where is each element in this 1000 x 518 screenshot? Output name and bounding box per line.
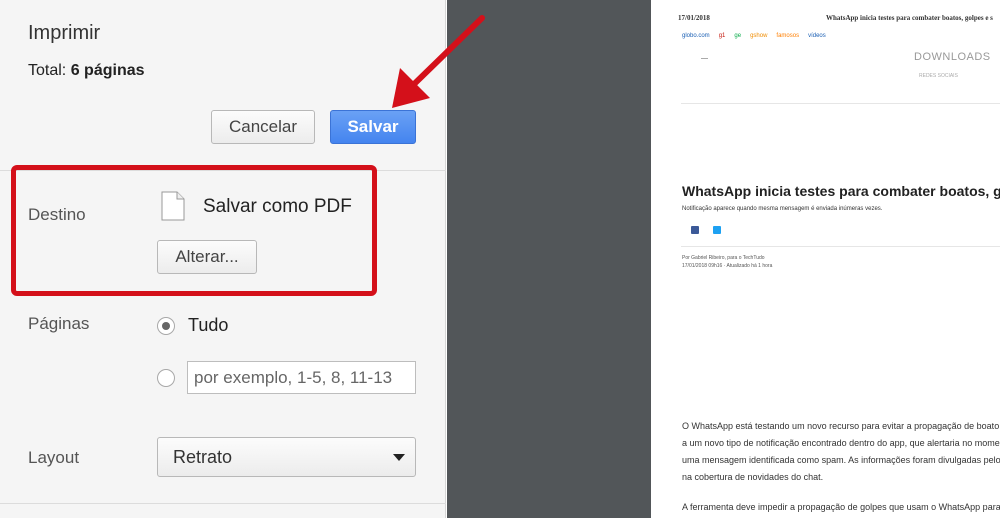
twitter-icon <box>713 226 721 234</box>
pages-all-radio[interactable] <box>157 317 175 335</box>
preview-headline: WhatsApp inicia testes para combater boa… <box>682 183 1000 199</box>
divider <box>0 503 446 504</box>
body-line: a um novo tipo de notificação encontrado… <box>682 438 1000 448</box>
byline-date: 17/01/2018 09h16 · Atualizado há 1 hora <box>682 263 773 269</box>
body-paragraph: A ferramenta deve impedir a propagação d… <box>682 499 1000 516</box>
nav-link: ge <box>734 33 742 39</box>
nav-link: gshow <box>750 33 768 39</box>
preview-downloads: DOWNLOADS <box>914 51 991 63</box>
layout-select[interactable]: Retrato <box>157 437 416 477</box>
total-pages: Total: 6 páginas <box>28 62 145 80</box>
divider <box>681 246 1000 247</box>
body-line: uma mensagem identificada como spam. As … <box>682 455 1000 465</box>
preview-date: 17/01/2018 <box>678 14 710 22</box>
pages-label: Páginas <box>28 314 90 333</box>
preview-byline: Por Gabriel Ribeiro, para o TechTudo 17/… <box>682 254 772 270</box>
total-label: Total: <box>28 62 67 79</box>
preview-nav: globo.com g1 ge gshow famosos vídeos <box>680 32 828 40</box>
body-paragraph: O WhatsApp está testando um novo recurso… <box>682 418 1000 486</box>
pages-range-radio[interactable] <box>157 369 175 387</box>
body-line: O WhatsApp está testando um novo recurso… <box>682 421 1000 431</box>
total-value: 6 páginas <box>70 62 145 79</box>
nav-link: vídeos <box>808 33 826 39</box>
preview-page: 17/01/2018 WhatsApp inicia testes para c… <box>651 0 1000 518</box>
facebook-icon <box>691 226 699 234</box>
body-line: na cobertura de novidades do chat. <box>682 472 824 482</box>
nav-link: famosos <box>776 33 800 39</box>
page-range-input[interactable] <box>187 361 416 394</box>
byline-author: Por Gabriel Ribeiro, para o TechTudo <box>682 255 765 261</box>
nav-link: g1 <box>718 33 726 39</box>
red-arrow-icon <box>392 15 485 108</box>
cancel-button[interactable]: Cancelar <box>211 110 315 144</box>
nav-link: globo.com <box>682 33 710 39</box>
pages-all-label: Tudo <box>188 315 229 335</box>
chevron-down-icon <box>393 454 405 461</box>
print-title: Imprimir <box>28 22 101 44</box>
divider <box>681 103 1000 104</box>
preview-body: O WhatsApp está testando um novo recurso… <box>682 418 1000 518</box>
body-line: A ferramenta deve impedir a propagação d… <box>682 502 1000 512</box>
destination-highlight-box <box>11 165 377 296</box>
divider <box>701 58 708 59</box>
layout-label: Layout <box>28 448 80 467</box>
layout-select-value: Retrato <box>173 446 233 467</box>
preview-downloads-sub: REDES SOCIAIS <box>919 73 958 79</box>
preview-header-title: WhatsApp inicia testes para combater boa… <box>826 14 993 22</box>
preview-subheadline: Notificação aparece quando mesma mensage… <box>682 206 883 212</box>
